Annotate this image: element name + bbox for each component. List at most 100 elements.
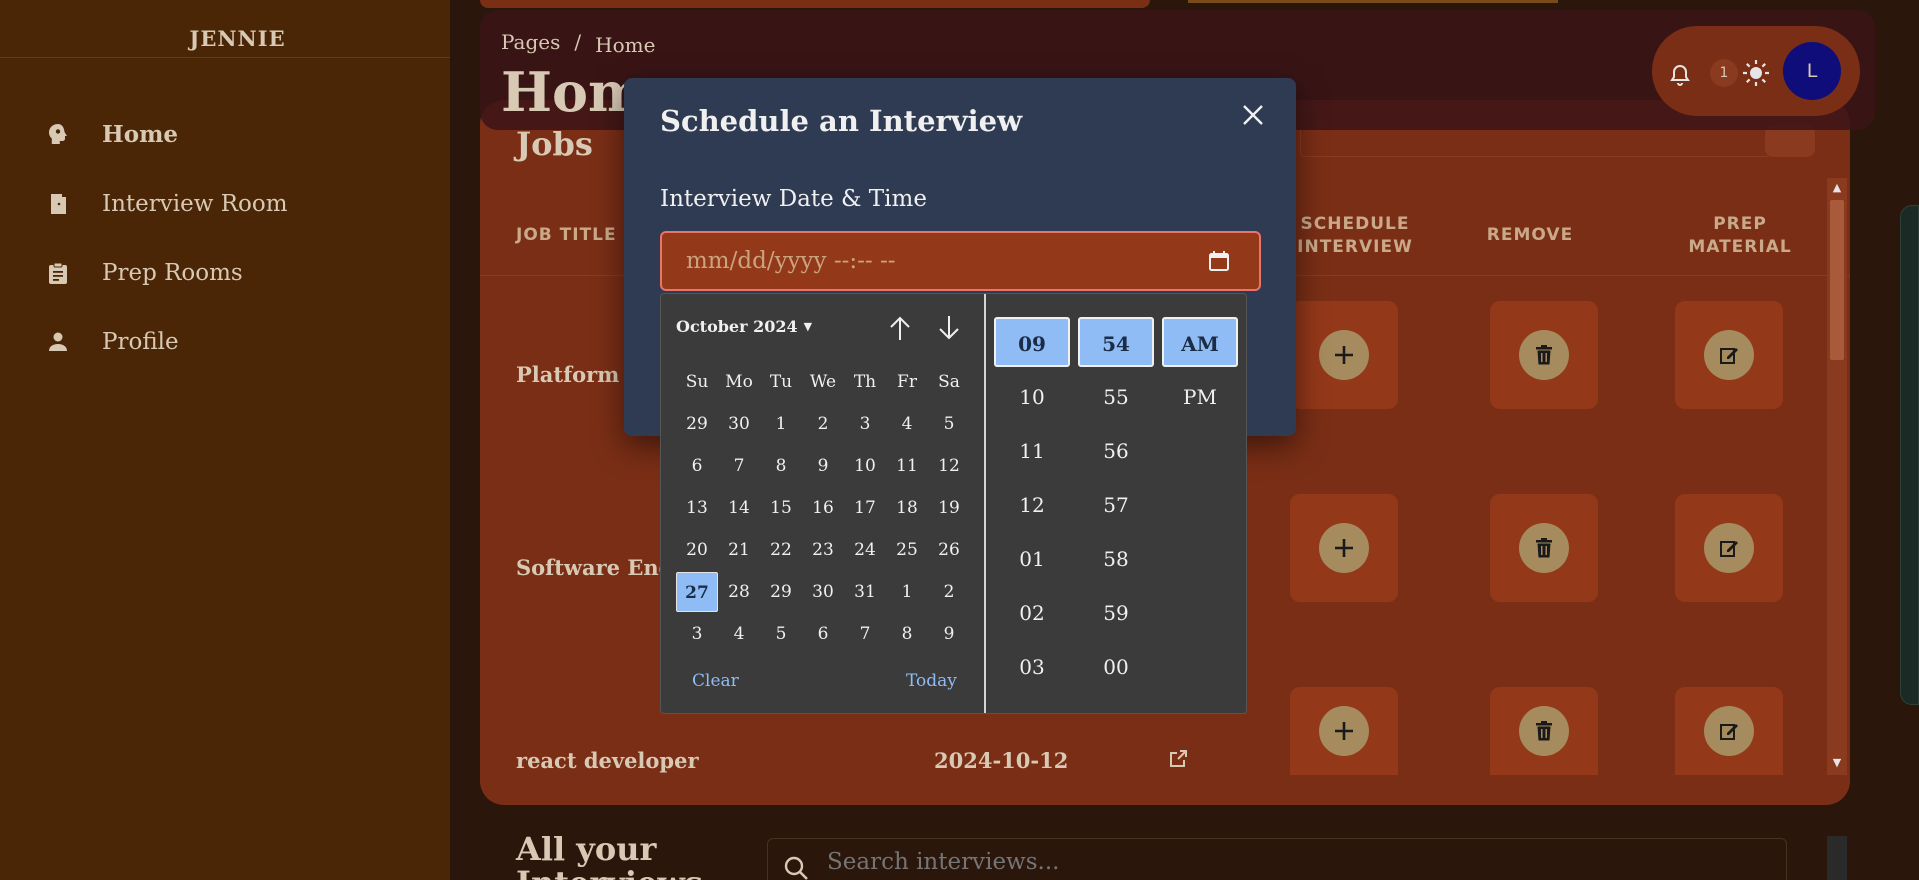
calendar-day[interactable]: 9	[928, 614, 970, 654]
calendar-day[interactable]: 25	[886, 530, 928, 570]
scroll-down-arrow-icon[interactable]: ▼	[1831, 757, 1843, 769]
calendar-day[interactable]: 29	[760, 572, 802, 612]
door-icon	[46, 192, 70, 216]
hour-option[interactable]: 02	[994, 588, 1070, 638]
hour-option-selected[interactable]: 09	[994, 317, 1070, 367]
weekday-header: Th	[853, 372, 877, 392]
calendar-day[interactable]: 17	[844, 488, 886, 528]
calendar-day[interactable]: 1	[760, 404, 802, 444]
calendar-day[interactable]: 6	[802, 614, 844, 654]
close-icon[interactable]	[1238, 100, 1268, 130]
calendar-day[interactable]: 2	[928, 572, 970, 612]
period-option[interactable]: PM	[1162, 372, 1238, 422]
remove-job-button[interactable]	[1490, 301, 1598, 409]
sidebar-item-prep-rooms[interactable]: Prep Rooms	[46, 253, 243, 293]
decorative-stripe	[1188, 0, 1558, 3]
weekday-header: We	[809, 372, 837, 392]
hour-option[interactable]: 12	[994, 480, 1070, 530]
calendar-day[interactable]: 20	[676, 530, 718, 570]
calendar-day[interactable]: 29	[676, 404, 718, 444]
calendar-day[interactable]: 11	[886, 446, 928, 486]
calendar-day[interactable]: 7	[844, 614, 886, 654]
calendar-day[interactable]: 12	[928, 446, 970, 486]
sidebar-item-interview-room[interactable]: Interview Room	[46, 184, 288, 224]
calendar-day[interactable]: 19	[928, 488, 970, 528]
calendar-day[interactable]: 5	[760, 614, 802, 654]
minute-option-selected[interactable]: 54	[1078, 317, 1154, 367]
calendar-day[interactable]: 26	[928, 530, 970, 570]
breadcrumb-item[interactable]: Pages	[501, 30, 560, 57]
previous-month-button[interactable]	[886, 314, 914, 342]
minute-option[interactable]: 57	[1078, 480, 1154, 530]
sidebar-item-label: Interview Room	[102, 191, 288, 217]
clear-date-button[interactable]: Clear	[692, 671, 739, 691]
remove-job-button[interactable]	[1490, 687, 1598, 775]
prep-material-button[interactable]	[1675, 301, 1783, 409]
calendar-day[interactable]: 30	[802, 572, 844, 612]
sidebar-item-home[interactable]: Home	[46, 114, 178, 154]
calendar-day[interactable]: 6	[676, 446, 718, 486]
bell-icon[interactable]	[1668, 63, 1692, 87]
calendar-day[interactable]: 4	[886, 404, 928, 444]
schedule-interview-button[interactable]	[1290, 301, 1398, 409]
calendar-day[interactable]: 31	[844, 572, 886, 612]
calendar-day[interactable]: 28	[718, 572, 760, 612]
minute-option[interactable]: 59	[1078, 588, 1154, 638]
calendar-day[interactable]: 30	[718, 404, 760, 444]
calendar-day[interactable]: 5	[928, 404, 970, 444]
prep-material-button[interactable]	[1675, 687, 1783, 775]
edit-icon	[1704, 330, 1754, 380]
calendar-day-selected[interactable]: 27	[676, 572, 718, 612]
calendar-day[interactable]: 15	[760, 488, 802, 528]
sun-icon[interactable]	[1742, 59, 1770, 87]
calendar-day[interactable]: 13	[676, 488, 718, 528]
calendar-day[interactable]: 16	[802, 488, 844, 528]
calendar-day[interactable]: 14	[718, 488, 760, 528]
calendar-day[interactable]: 23	[802, 530, 844, 570]
hour-option[interactable]: 11	[994, 426, 1070, 476]
schedule-interview-button[interactable]	[1290, 494, 1398, 602]
calendar-day[interactable]: 18	[886, 488, 928, 528]
next-month-button[interactable]	[935, 314, 963, 342]
interviews-search-input[interactable]	[827, 849, 1727, 875]
month-year-selector[interactable]: October 2024 ▼	[676, 317, 812, 336]
hour-option[interactable]: 10	[994, 372, 1070, 422]
calendar-day[interactable]: 9	[802, 446, 844, 486]
interviews-scrollbar[interactable]	[1827, 836, 1847, 880]
scroll-up-arrow-icon[interactable]: ▲	[1831, 182, 1843, 194]
calendar-day[interactable]: 24	[844, 530, 886, 570]
calendar-icon[interactable]	[1207, 249, 1231, 273]
decorative-stripe	[480, 0, 1150, 8]
minute-option[interactable]: 00	[1078, 642, 1154, 692]
search-icon	[783, 855, 809, 880]
calendar-day[interactable]: 8	[760, 446, 802, 486]
minute-option[interactable]: 55	[1078, 372, 1154, 422]
today-button[interactable]: Today	[906, 671, 957, 691]
sidebar-item-profile[interactable]: Profile	[46, 322, 179, 362]
calendar-day[interactable]: 3	[676, 614, 718, 654]
jobs-scrollbar-thumb[interactable]	[1830, 200, 1844, 360]
calendar-day[interactable]: 10	[844, 446, 886, 486]
calendar-day[interactable]: 7	[718, 446, 760, 486]
prep-material-button[interactable]	[1675, 494, 1783, 602]
calendar-day[interactable]: 2	[802, 404, 844, 444]
calendar-day[interactable]: 8	[886, 614, 928, 654]
person-icon	[46, 330, 70, 354]
hour-option[interactable]: 01	[994, 534, 1070, 584]
schedule-interview-button[interactable]	[1290, 687, 1398, 775]
minute-option[interactable]: 56	[1078, 426, 1154, 476]
calendar-day[interactable]: 3	[844, 404, 886, 444]
calendar-day[interactable]: 1	[886, 572, 928, 612]
minute-option[interactable]: 58	[1078, 534, 1154, 584]
calendar-day[interactable]: 21	[718, 530, 760, 570]
calendar-day[interactable]: 22	[760, 530, 802, 570]
interview-datetime-placeholder: mm/dd/yyyy --:-- --	[686, 248, 896, 274]
user-avatar[interactable]: L	[1783, 42, 1841, 100]
period-option-selected[interactable]: AM	[1162, 317, 1238, 367]
external-link-icon[interactable]	[1168, 749, 1190, 771]
calendar-day[interactable]: 4	[718, 614, 760, 654]
column-header-prep-material: PREP MATERIAL	[1688, 214, 1792, 257]
hour-option[interactable]: 03	[994, 642, 1070, 692]
brand-logo-text: JENNIE	[189, 26, 286, 51]
remove-job-button[interactable]	[1490, 494, 1598, 602]
